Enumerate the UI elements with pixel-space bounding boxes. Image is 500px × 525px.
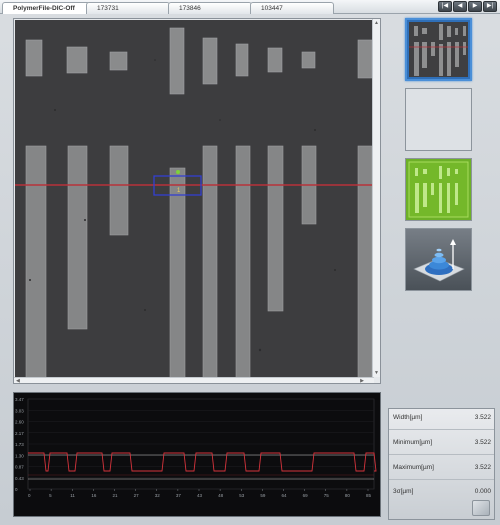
line-pattern — [169, 167, 186, 379]
line-pattern — [202, 145, 218, 379]
stat-3sigma: 3σ[µm] 0.000 — [393, 488, 491, 498]
divider — [389, 429, 494, 430]
profile-trace — [28, 452, 377, 472]
tab-103447[interactable]: 103447 — [250, 2, 334, 14]
next-icon[interactable]: ▶ — [468, 1, 482, 12]
tab-label: 173846 — [179, 5, 201, 12]
stat-value: 3.522 — [474, 439, 491, 446]
line-pattern — [235, 145, 251, 379]
stat-width: Width[µm] 3.522 — [393, 414, 491, 424]
y-tick-label: 0.43 — [15, 476, 24, 481]
line-pattern — [202, 37, 218, 85]
vertical-scrollbar[interactable]: ▲ ▼ — [372, 19, 380, 377]
tab-173731[interactable]: 173731 — [86, 2, 170, 14]
x-tick-label: 59 — [260, 493, 266, 498]
tab-label: 173731 — [97, 5, 119, 12]
scroll-right-icon[interactable]: ▶ — [360, 378, 364, 384]
x-tick-label: 0 — [28, 493, 31, 498]
x-tick-label: 37 — [176, 493, 182, 498]
grayscale-image-icon — [409, 22, 468, 77]
line-pattern — [301, 51, 316, 69]
y-tick-label: 3.47 — [15, 397, 24, 402]
line-pattern — [66, 46, 88, 74]
stat-value: 3.522 — [474, 464, 491, 471]
statistics-panel: Width[µm] 3.522 Minimum[µm] 3.522 Maximu… — [388, 408, 495, 520]
tab-173846[interactable]: 173846 — [168, 2, 252, 14]
y-tick-label: 2.60 — [15, 420, 24, 425]
x-tick-label: 85 — [366, 493, 372, 498]
last-icon[interactable]: ▶| — [483, 1, 497, 12]
stat-value: 3.522 — [474, 414, 491, 421]
x-tick-label: 64 — [282, 493, 288, 498]
thumbnail-height-map[interactable] — [405, 158, 472, 221]
y-tick-label: 1.73 — [15, 442, 24, 447]
divider — [389, 479, 494, 480]
line-pattern — [235, 43, 249, 77]
scroll-down-icon[interactable]: ▼ — [374, 370, 379, 376]
microscope-image-canvas: 1 — [15, 20, 373, 379]
y-tick-label: 2.17 — [15, 431, 24, 436]
x-tick-label: 75 — [324, 493, 330, 498]
tab-label: 103447 — [261, 5, 283, 12]
y-tick-label: 1.30 — [15, 453, 24, 458]
y-tick-label: 0 — [15, 487, 18, 492]
profile-graph[interactable]: 3.47 3.03 2.60 2.17 1.73 1.30 0.87 0.43 0 0 5 11 16 2… — [13, 392, 381, 517]
x-tick-label: 43 — [197, 493, 203, 498]
tab-bar: PolymerFile-DIC-Off 173731 173846 103447… — [0, 0, 500, 14]
line-pattern — [169, 27, 185, 95]
line-pattern — [67, 145, 88, 330]
scroll-left-icon[interactable]: ◀ — [16, 378, 20, 384]
line-pattern — [267, 47, 283, 73]
stat-value: 0.000 — [474, 488, 491, 495]
line-pattern — [109, 51, 128, 71]
thumbnail-grayscale[interactable] — [405, 18, 472, 81]
x-tick-label: 53 — [239, 493, 245, 498]
prev-icon[interactable]: ◀ — [453, 1, 467, 12]
x-tick-label: 5 — [49, 493, 52, 498]
image-viewer: 1 ▲ ▼ ◀ ▶ — [13, 18, 381, 384]
microscope-image[interactable]: 1 — [15, 20, 373, 379]
image-navigation: |◀ ◀ ▶ ▶| — [437, 1, 497, 13]
first-icon[interactable]: |◀ — [438, 1, 452, 12]
x-tick-label: 21 — [113, 493, 119, 498]
tab-polymerfile[interactable]: PolymerFile-DIC-Off — [2, 2, 90, 14]
line-pattern — [267, 145, 284, 312]
x-tick-label: 27 — [134, 493, 140, 498]
stat-label: Maximum[µm] — [393, 464, 434, 471]
line-pattern — [25, 39, 43, 77]
horizontal-scrollbar[interactable]: ◀ ▶ — [14, 377, 374, 384]
stat-label: Minimum[µm] — [393, 439, 433, 446]
thumbnail-blank[interactable] — [405, 88, 472, 151]
stat-minimum: Minimum[µm] 3.522 — [393, 439, 491, 449]
x-tick-label: 80 — [345, 493, 351, 498]
marker-dot — [176, 170, 180, 174]
stat-label: Width[µm] — [393, 414, 423, 421]
x-tick-label: 32 — [155, 493, 161, 498]
x-tick-label: 69 — [303, 493, 309, 498]
height-map-icon — [408, 161, 469, 218]
line-pattern — [357, 39, 373, 79]
x-tick-label: 16 — [91, 493, 97, 498]
3d-view-icon — [413, 239, 465, 282]
profile-chart: 3.47 3.03 2.60 2.17 1.73 1.30 0.87 0.43 0 0 5 11 16 2… — [15, 397, 377, 498]
line-pattern — [109, 145, 129, 236]
stat-label: 3σ[µm] — [393, 488, 414, 495]
line-pattern — [25, 145, 47, 379]
y-tick-label: 0.87 — [15, 465, 24, 470]
tab-label: PolymerFile-DIC-Off — [13, 5, 75, 12]
x-tick-label: 48 — [218, 493, 224, 498]
line-pattern — [357, 145, 373, 379]
divider — [389, 454, 494, 455]
thumbnail-3d-view[interactable] — [405, 228, 472, 291]
stat-maximum: Maximum[µm] 3.522 — [393, 464, 491, 474]
scroll-up-icon[interactable]: ▲ — [374, 20, 379, 26]
export-icon[interactable] — [472, 500, 490, 516]
x-tick-label: 11 — [70, 493, 75, 498]
y-tick-label: 3.03 — [15, 408, 24, 413]
